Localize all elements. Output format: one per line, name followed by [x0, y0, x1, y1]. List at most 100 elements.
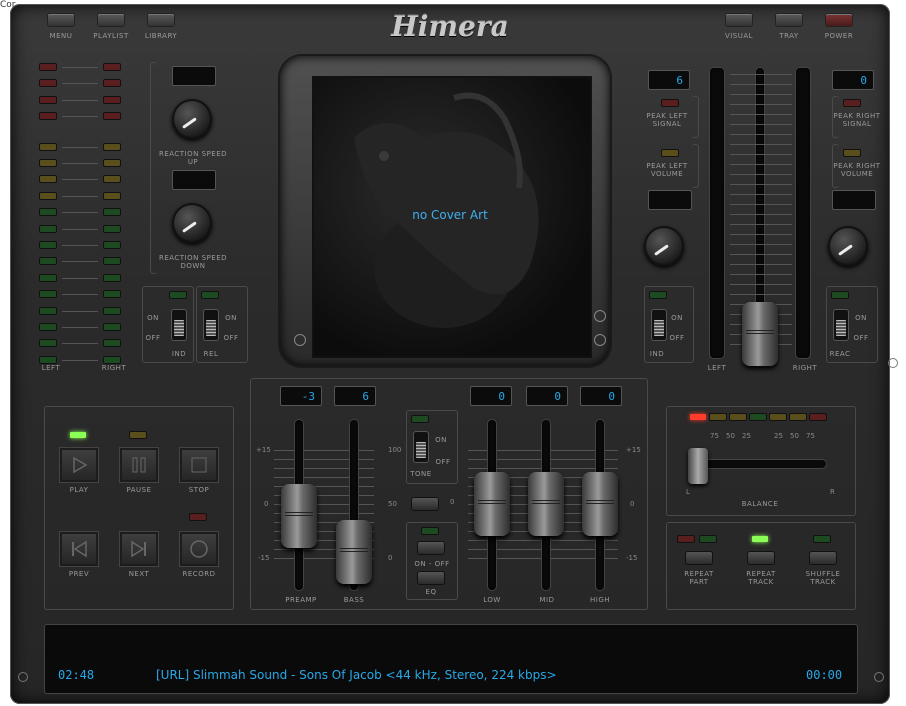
vu-led-left [40, 143, 56, 150]
prev-label: PREV [68, 570, 90, 578]
pause-button[interactable] [120, 448, 158, 482]
play-label: PLAY [69, 486, 89, 494]
mid-label: MID [539, 596, 555, 604]
vu-divider [62, 245, 98, 246]
prev-button[interactable] [60, 532, 98, 566]
ind-switch[interactable] [172, 310, 186, 340]
mid-fader[interactable] [528, 472, 564, 536]
preamp-fader[interactable] [281, 484, 317, 548]
shuffle-track-button[interactable] [810, 552, 836, 564]
vu-led-left [40, 64, 56, 70]
visual-button[interactable] [726, 14, 752, 26]
bass-fader[interactable] [336, 520, 372, 584]
scale-right-p15: +15 [626, 446, 641, 454]
vu-led-right [104, 258, 120, 265]
elapsed-time: 02:48 [58, 668, 95, 682]
next-label: NEXT [128, 570, 150, 578]
bass-label: BASS [343, 596, 365, 604]
volume-tick [730, 74, 792, 75]
balance-scale-label: 50 [790, 432, 799, 440]
right-reaction-knob[interactable] [828, 226, 868, 266]
volume-fader[interactable] [742, 302, 778, 366]
record-led [190, 514, 206, 520]
vu-led-left [40, 307, 56, 314]
balance-scale-label: 25 [742, 432, 751, 440]
right-ind-off-label: OFF [669, 334, 685, 342]
vu-led-right [104, 324, 120, 330]
left-vu-meter [40, 64, 130, 364]
peak-left-volume-label: PEAK LEFT VOLUME [646, 162, 688, 178]
tone-switch[interactable] [414, 432, 428, 462]
peak-right-signal-led [844, 100, 860, 106]
volume-tick [730, 244, 792, 245]
repeat-part-button[interactable] [686, 552, 712, 564]
vu-led-right [104, 225, 120, 232]
volume-tick [730, 104, 792, 105]
record-button[interactable] [180, 532, 218, 566]
vu-led-right [104, 96, 120, 103]
vu-left-label: LEFT [41, 364, 61, 372]
balance-l: L [686, 488, 690, 496]
ind-off-label: OFF [145, 334, 161, 342]
eq-on-off-button[interactable] [418, 542, 444, 554]
vu-led-left [40, 291, 56, 298]
pause-label: PAUSE [126, 486, 152, 494]
bass-display: 6 [334, 386, 376, 406]
library-button[interactable] [148, 14, 174, 26]
reac-led [832, 292, 848, 298]
eq-button[interactable] [418, 572, 444, 584]
vu-led-right [104, 64, 120, 70]
reaction-bracket [150, 62, 157, 274]
volume-tick [730, 204, 792, 205]
tray-label: TRAY [779, 32, 799, 40]
balance-scale-label: 50 [726, 432, 735, 440]
balance-scale-label: 25 [774, 432, 783, 440]
volume-tick [730, 94, 792, 95]
peak-right-signal-label: PEAK RIGHT SIGNAL [833, 112, 881, 128]
peak-left-volume-led [662, 150, 678, 156]
reaction-speed-up-label: REACTION SPEED UP [158, 150, 228, 166]
vu-led-left [40, 324, 56, 330]
vu-led-right [104, 242, 120, 248]
play-button[interactable] [60, 448, 98, 482]
skin-screw-bl [18, 672, 28, 682]
eq-reset-button[interactable] [412, 498, 438, 510]
playlist-button[interactable] [98, 14, 124, 26]
repeat-part-label: REPEAT PART [684, 570, 714, 586]
vu-divider [62, 261, 98, 263]
power-button[interactable] [826, 14, 852, 26]
repeat-track-button[interactable] [748, 552, 774, 564]
reac-label: REAC [829, 350, 851, 358]
left-reaction-knob[interactable] [644, 226, 684, 266]
balance-led-7 [810, 414, 826, 420]
right-ind-switch[interactable] [652, 310, 666, 340]
reaction-speed-down-knob[interactable] [172, 203, 212, 243]
stop-label: STOP [188, 486, 210, 494]
rel-switch[interactable] [204, 310, 218, 340]
low-fader[interactable] [474, 472, 510, 536]
high-fader[interactable] [582, 472, 618, 536]
balance-slider[interactable] [688, 448, 708, 484]
reac-switch[interactable] [834, 310, 848, 340]
vu-led-right [104, 176, 120, 183]
vu-led-left [40, 96, 56, 103]
skin-screw-br [874, 672, 884, 682]
reaction-speed-up-knob[interactable] [172, 99, 212, 139]
peak-left-display: 6 [648, 70, 690, 90]
menu-label: MENU [49, 32, 73, 40]
pause-icon [132, 457, 146, 473]
play-led [70, 432, 86, 438]
tray-button[interactable] [776, 14, 802, 26]
next-button[interactable] [120, 532, 158, 566]
menu-button[interactable] [48, 14, 74, 26]
balance-led-6 [790, 414, 806, 420]
eq-reset-zero: 0 [450, 498, 455, 506]
vol-left-label: LEFT [707, 364, 727, 372]
vu-divider [62, 310, 98, 312]
shuffle-track-label: SHUFFLE TRACK [805, 570, 841, 586]
preamp-label: PREAMP [285, 596, 317, 604]
rel-on-label: ON [225, 314, 237, 322]
stop-button[interactable] [180, 448, 218, 482]
balance-led-2 [710, 414, 726, 420]
vu-led-right [104, 143, 120, 150]
